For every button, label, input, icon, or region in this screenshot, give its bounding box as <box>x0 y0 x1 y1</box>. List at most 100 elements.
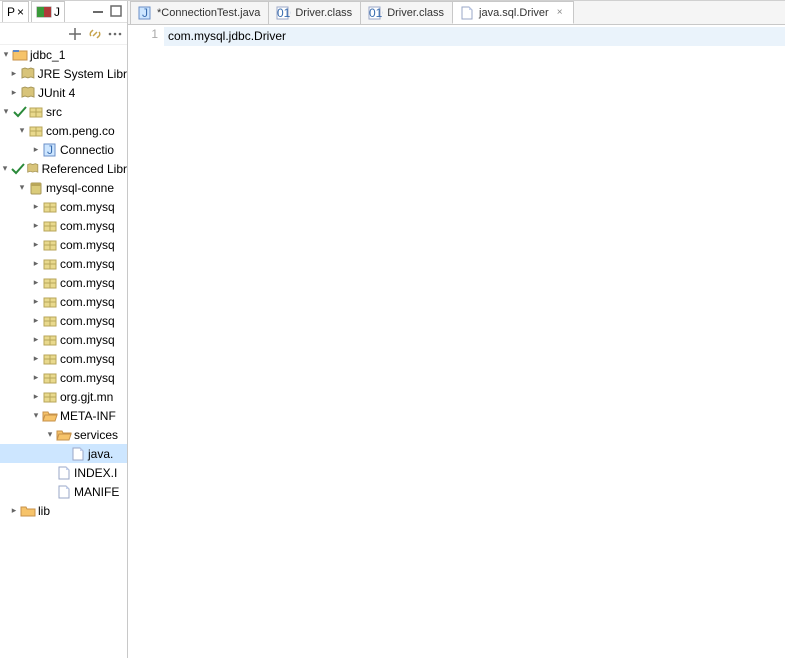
tree-folder-lib[interactable]: ▸ lib <box>0 501 127 520</box>
tab-label: *ConnectionTest.java <box>157 7 260 19</box>
file-icon <box>70 446 86 462</box>
class-file-icon <box>367 5 383 21</box>
editor-tab[interactable]: Driver.class <box>360 1 453 24</box>
tree-package[interactable]: ▸ com.mysq <box>0 311 127 330</box>
tree-label: com.peng.co <box>46 124 115 138</box>
package-icon <box>42 294 58 310</box>
file-icon <box>459 5 475 21</box>
tree-package[interactable]: ▸com.mysq <box>0 273 127 292</box>
close-tab-icon[interactable]: × <box>555 8 565 18</box>
expand-icon[interactable]: ▸ <box>30 239 42 251</box>
expand-icon[interactable]: ▸ <box>30 144 42 156</box>
tree-label: com.mysq <box>60 295 115 309</box>
view-tab-p[interactable]: P × <box>2 1 29 22</box>
tree-file-index[interactable]: ▸INDEX.I <box>0 463 127 482</box>
expand-icon[interactable]: ▾ <box>16 125 28 137</box>
tree-file-java-driver[interactable]: ▸java. <box>0 444 127 463</box>
tree-label: lib <box>38 504 50 518</box>
expand-icon[interactable]: ▾ <box>0 49 12 61</box>
tree-jre[interactable]: ▸ JRE System Libr <box>0 64 127 83</box>
tree-package[interactable]: ▸com.mysq <box>0 368 127 387</box>
editor-tab[interactable]: Driver.class <box>268 1 361 24</box>
tree-label: com.mysq <box>60 238 115 252</box>
editor-tab-active[interactable]: java.sql.Driver × <box>452 1 574 24</box>
tree-package[interactable]: ▸ com.mysq <box>0 235 127 254</box>
folder-open-icon <box>56 427 72 443</box>
package-icon <box>42 218 58 234</box>
tree-label: com.mysq <box>60 333 115 347</box>
expand-icon[interactable]: ▸ <box>30 201 42 213</box>
expand-icon[interactable]: ▾ <box>0 163 10 175</box>
expand-icon[interactable]: ▸ <box>30 296 42 308</box>
expand-icon[interactable]: ▸ <box>8 505 20 517</box>
tree-package[interactable]: ▸ com.mysq <box>0 292 127 311</box>
tree-folder-services[interactable]: ▾ services <box>0 425 127 444</box>
tree-project[interactable]: ▾ jdbc_1 <box>0 45 127 64</box>
expand-icon[interactable]: ▸ <box>30 334 42 346</box>
code-line[interactable]: com.mysql.jdbc.Driver <box>164 27 785 46</box>
collapse-all-icon[interactable] <box>67 26 83 42</box>
view-menu-icon[interactable] <box>107 26 123 42</box>
tree-package[interactable]: ▾ com.peng.co <box>0 121 127 140</box>
expand-icon[interactable]: ▸ <box>30 372 42 384</box>
expand-icon[interactable]: ▾ <box>16 182 28 194</box>
workbench: P × J ▾ jdbc_1 ▸ <box>0 0 785 658</box>
folder-icon <box>20 503 36 519</box>
tree-junit[interactable]: ▸ JUnit 4 <box>0 83 127 102</box>
tree-package[interactable]: ▸com.mysq <box>0 254 127 273</box>
view-tab-close-icon[interactable]: × <box>17 5 24 19</box>
editor-area: *ConnectionTest.java Driver.class Driver… <box>128 1 785 658</box>
checkmark-icon <box>12 104 28 120</box>
expand-icon[interactable]: ▸ <box>30 315 42 327</box>
tree-label: JRE System Libr <box>38 67 127 81</box>
project-icon <box>12 47 28 63</box>
package-icon <box>42 332 58 348</box>
expand-icon[interactable]: ▸ <box>30 277 42 289</box>
tree-package[interactable]: ▸com.mysq <box>0 349 127 368</box>
package-icon <box>42 275 58 291</box>
tree-label: INDEX.I <box>74 466 117 480</box>
editor-body[interactable]: 1 com.mysql.jdbc.Driver <box>128 25 785 658</box>
tree-package[interactable]: ▸org.gjt.mn <box>0 387 127 406</box>
expand-icon[interactable]: ▸ <box>30 391 42 403</box>
expand-icon[interactable]: ▸ <box>30 258 42 270</box>
tree-package[interactable]: ▸com.mysq <box>0 216 127 235</box>
checkmark-icon <box>10 161 26 177</box>
tree-src[interactable]: ▾ src <box>0 102 127 121</box>
expand-icon[interactable]: ▸ <box>30 220 42 232</box>
line-number: 1 <box>128 27 158 41</box>
tree-jar[interactable]: ▾ mysql-conne <box>0 178 127 197</box>
tree-package[interactable]: ▸ com.mysq <box>0 197 127 216</box>
maximize-icon[interactable] <box>109 4 125 20</box>
view-tab-j-label: J <box>54 5 60 19</box>
file-icon <box>56 484 72 500</box>
minimize-icon[interactable] <box>91 4 107 20</box>
expand-icon[interactable]: ▸ <box>8 68 20 80</box>
project-tree[interactable]: ▾ jdbc_1 ▸ JRE System Libr ▸ JUnit 4 ▾ s… <box>0 45 127 658</box>
tree-java-file[interactable]: ▸ Connectio <box>0 140 127 159</box>
tree-label: services <box>74 428 118 442</box>
tree-label: com.mysq <box>60 200 115 214</box>
view-toolbar <box>0 23 127 45</box>
java-file-icon <box>42 142 58 158</box>
tree-folder-metainf[interactable]: ▾META-INF <box>0 406 127 425</box>
tree-package[interactable]: ▸ com.mysq <box>0 330 127 349</box>
view-tab-junit[interactable]: J <box>31 1 65 22</box>
tree-referenced-libs[interactable]: ▾ Referenced Libr <box>0 159 127 178</box>
expand-icon[interactable]: ▾ <box>30 410 42 422</box>
editor-tab[interactable]: *ConnectionTest.java <box>130 1 269 24</box>
expand-icon[interactable]: ▾ <box>44 429 56 441</box>
tree-label: com.mysq <box>60 314 115 328</box>
code-content[interactable]: com.mysql.jdbc.Driver <box>164 25 785 658</box>
tree-file-manifest[interactable]: ▸MANIFE <box>0 482 127 501</box>
expand-icon[interactable]: ▸ <box>8 87 20 99</box>
package-icon <box>42 313 58 329</box>
link-with-editor-icon[interactable] <box>87 26 103 42</box>
tree-label: JUnit 4 <box>38 86 75 100</box>
junit-icon <box>36 4 52 20</box>
file-icon <box>56 465 72 481</box>
expand-icon[interactable]: ▸ <box>30 353 42 365</box>
expand-icon[interactable]: ▾ <box>0 106 12 118</box>
folder-open-icon <box>42 408 58 424</box>
package-icon <box>42 370 58 386</box>
